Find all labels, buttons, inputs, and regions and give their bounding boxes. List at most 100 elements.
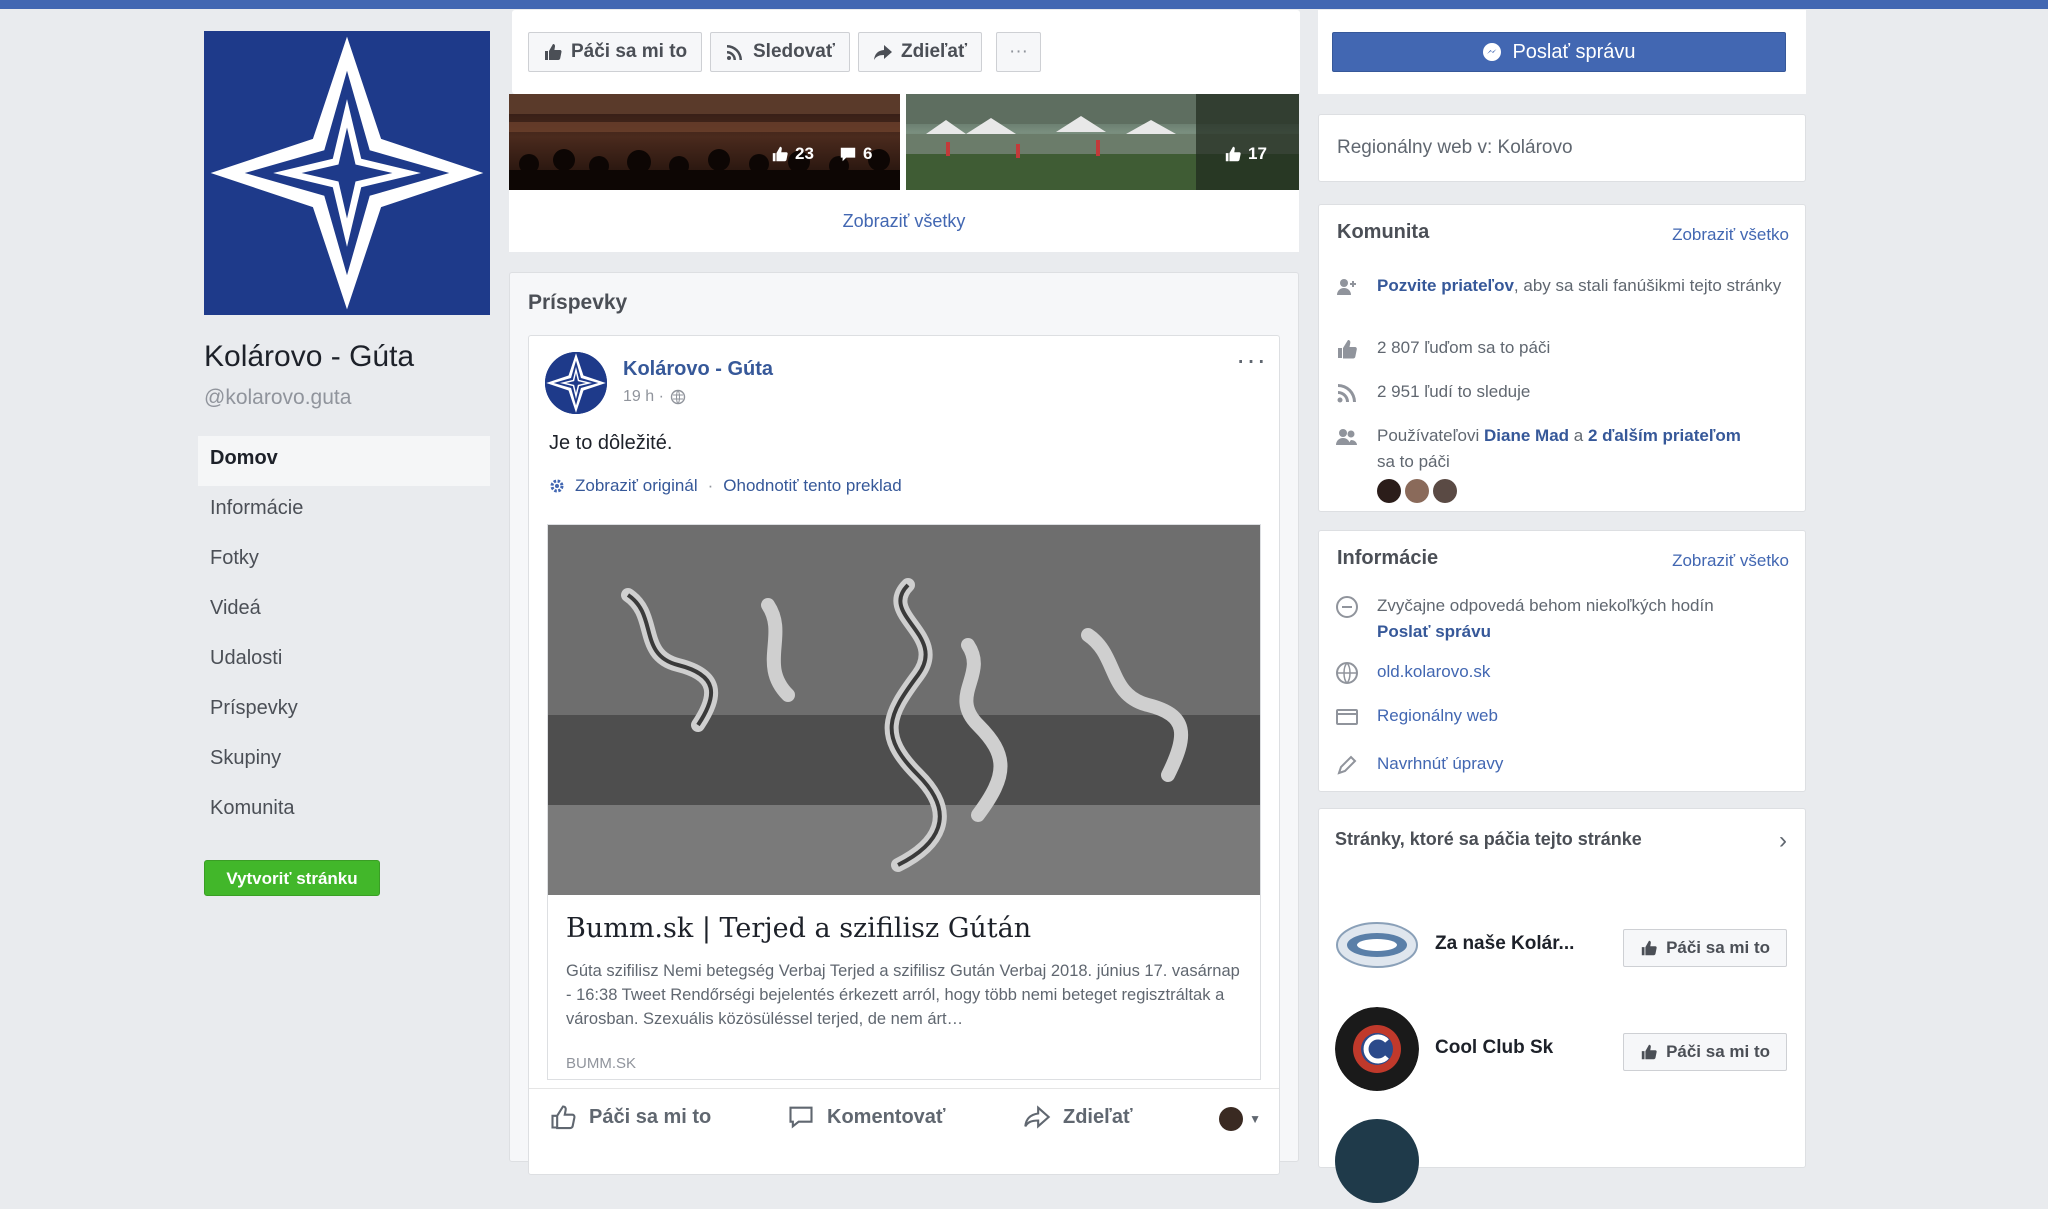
liked-page-item bbox=[1335, 1119, 1795, 1209]
thumbs-up-icon bbox=[1641, 940, 1657, 956]
globe-icon bbox=[670, 389, 686, 405]
invite-friends-row: Pozvite priateľov, aby sa stali fanúšikm… bbox=[1335, 273, 1791, 299]
nav-item-posts[interactable]: Príspevky bbox=[198, 686, 490, 736]
send-message-button[interactable]: Poslať správu bbox=[1332, 32, 1786, 72]
link-preview[interactable]: Bumm.sk | Terjed a szifilisz Gútán Gúta … bbox=[547, 524, 1261, 1080]
globe-icon bbox=[1336, 662, 1358, 684]
community-see-all[interactable]: Zobraziť všetko bbox=[1672, 225, 1789, 245]
nav-item-photos[interactable]: Fotky bbox=[198, 536, 490, 586]
invite-friends-link[interactable]: Pozvite priateľov bbox=[1377, 276, 1514, 295]
page-like-button[interactable]: Páči sa mi to bbox=[528, 32, 703, 72]
category-link[interactable]: Regionálny web bbox=[1377, 703, 1498, 729]
liked-page-like-button[interactable]: Páči sa mi to bbox=[1623, 1033, 1787, 1071]
nav-item-home[interactable]: Domov bbox=[198, 436, 490, 486]
liked-page-logo[interactable] bbox=[1335, 1119, 1419, 1203]
bacteria-illustration bbox=[548, 525, 1260, 895]
post-text: Je to dôležité. bbox=[549, 432, 673, 454]
thumbs-up-outline-icon bbox=[551, 1105, 576, 1130]
create-page-button[interactable]: Vytvoriť stránku bbox=[204, 860, 380, 896]
post-comment-button[interactable]: Komentovať bbox=[787, 1103, 946, 1131]
friends-like-row: Používateľovi Diane Mad a 2 ďalším priat… bbox=[1335, 423, 1791, 503]
gear-icon bbox=[550, 479, 564, 493]
share-arrow-icon bbox=[874, 45, 892, 60]
photo-concert[interactable]: 23 6 bbox=[509, 94, 900, 190]
community-card: Komunita Zobraziť všetko Pozvite priateľ… bbox=[1318, 204, 1806, 512]
star-logo-icon bbox=[205, 31, 489, 315]
friends-suffix: sa to páči bbox=[1377, 452, 1450, 471]
more-dots-icon: ··· bbox=[1009, 41, 1028, 62]
follows-count[interactable]: 2 951 ľudí to sleduje bbox=[1377, 379, 1530, 405]
concert-crowd-image bbox=[509, 94, 900, 190]
post-author[interactable]: Kolárovo - Gúta bbox=[623, 358, 773, 381]
liked-page-like-button[interactable]: Páči sa mi to bbox=[1623, 929, 1787, 967]
post-like-button[interactable]: Páči sa mi to bbox=[549, 1103, 711, 1131]
page-more-button[interactable]: ··· bbox=[996, 32, 1041, 72]
photo-comments-count: 6 bbox=[839, 144, 872, 164]
post-avatar[interactable] bbox=[545, 352, 607, 414]
invite-people-icon bbox=[1337, 279, 1356, 295]
nav-item-community[interactable]: Komunita bbox=[198, 786, 490, 836]
info-send-message-link[interactable]: Poslať správu bbox=[1377, 619, 1714, 645]
rss-icon bbox=[727, 45, 742, 60]
page-handle[interactable]: @kolarovo.guta bbox=[204, 386, 351, 410]
badge-logo-icon bbox=[1335, 903, 1419, 987]
friend-avatar[interactable] bbox=[1433, 479, 1457, 503]
suggest-edits-link[interactable]: Navrhnúť úpravy bbox=[1377, 751, 1503, 777]
show-original-link[interactable]: Zobraziť originál bbox=[575, 476, 698, 496]
liked-page-item: Za naše Kolár... Páči sa mi to bbox=[1335, 903, 1795, 993]
post-share-button[interactable]: Zdieľať bbox=[1023, 1103, 1133, 1131]
liked-page-name[interactable]: Cool Club Sk bbox=[1435, 1037, 1595, 1059]
info-see-all[interactable]: Zobraziť všetko bbox=[1672, 551, 1789, 571]
post: Kolárovo - Gúta 19 h · ··· Je to dôležit… bbox=[528, 335, 1280, 1175]
liked-page-name[interactable]: Za naše Kolár... bbox=[1435, 933, 1595, 955]
translation-row: Zobraziť originál · Ohodnotiť tento prek… bbox=[549, 476, 902, 496]
post-options-button[interactable]: ··· bbox=[1236, 344, 1267, 376]
nav-item-videos[interactable]: Videá bbox=[198, 586, 490, 636]
page-share-label: Zdieľať bbox=[901, 41, 968, 62]
messenger-icon bbox=[1483, 43, 1502, 61]
page-category[interactable]: Regionálny web v: Kolárovo bbox=[1337, 137, 1573, 159]
link-domain: BUMM.SK bbox=[566, 1055, 637, 1072]
follow-button[interactable]: Sledovať bbox=[710, 32, 850, 72]
nav-item-groups[interactable]: Skupiny bbox=[198, 736, 490, 786]
page-share-button[interactable]: Zdieľať bbox=[858, 32, 983, 72]
photo-likes-count: 23 bbox=[771, 144, 814, 164]
left-navigation: Domov Informácie Fotky Videá Udalosti Pr… bbox=[198, 436, 490, 836]
website-link[interactable]: old.kolarovo.sk bbox=[1377, 659, 1490, 685]
comment-icon bbox=[840, 147, 856, 162]
liked-page-logo[interactable] bbox=[1335, 903, 1419, 987]
info-title: Informácie bbox=[1337, 547, 1439, 569]
follow-label: Sledovať bbox=[753, 41, 835, 62]
photos-strip: 23 6 17 bbox=[509, 94, 1299, 190]
link-title[interactable]: Bumm.sk | Terjed a szifilisz Gútán bbox=[566, 913, 1031, 944]
festival-tents-image bbox=[906, 94, 1299, 190]
pencil-icon bbox=[1337, 755, 1357, 775]
liked-pages-card: Stránky, ktoré sa páčia tejto stránke › … bbox=[1318, 808, 1806, 1203]
nav-item-about[interactable]: Informácie bbox=[198, 486, 490, 536]
thumbs-up-icon bbox=[545, 44, 562, 60]
chevron-right-icon[interactable]: › bbox=[1779, 827, 1787, 855]
liked-page-logo[interactable] bbox=[1335, 1007, 1419, 1091]
likes-count[interactable]: 2 807 ľuďom sa to páči bbox=[1377, 335, 1550, 361]
profile-picture[interactable] bbox=[204, 31, 490, 315]
friend-avatar[interactable] bbox=[1405, 479, 1429, 503]
more-friends-link[interactable]: 2 ďalším priateľom bbox=[1588, 426, 1741, 445]
see-all-photos-link[interactable]: Zobraziť všetky bbox=[509, 190, 1299, 252]
friend-avatar[interactable] bbox=[1377, 479, 1401, 503]
page-name[interactable]: Kolárovo - Gúta bbox=[204, 340, 414, 374]
share-arrow-icon bbox=[1024, 1105, 1051, 1129]
rate-translation-link[interactable]: Ohodnotiť tento preklad bbox=[723, 476, 901, 496]
link-preview-image bbox=[548, 525, 1260, 895]
nav-item-events[interactable]: Udalosti bbox=[198, 636, 490, 686]
friends-prefix: Používateľovi bbox=[1377, 426, 1485, 445]
liked-page-item: Cool Club Sk Páči sa mi to bbox=[1335, 1007, 1795, 1097]
post-as-selector[interactable]: ▼ bbox=[1219, 1107, 1261, 1131]
friends-mid: a bbox=[1569, 426, 1588, 445]
thumbs-up-icon bbox=[1641, 1044, 1657, 1060]
page-like-label: Páči sa mi to bbox=[571, 41, 688, 62]
post-timestamp[interactable]: 19 h · bbox=[623, 388, 686, 406]
photo-festival[interactable]: 17 bbox=[906, 94, 1299, 190]
invite-text: , aby sa stali fanúšikmi tejto stránky bbox=[1513, 276, 1782, 295]
liked-pages-title[interactable]: Stránky, ktoré sa páčia tejto stránke bbox=[1335, 829, 1642, 850]
friend-name-link[interactable]: Diane Mad bbox=[1484, 426, 1569, 445]
